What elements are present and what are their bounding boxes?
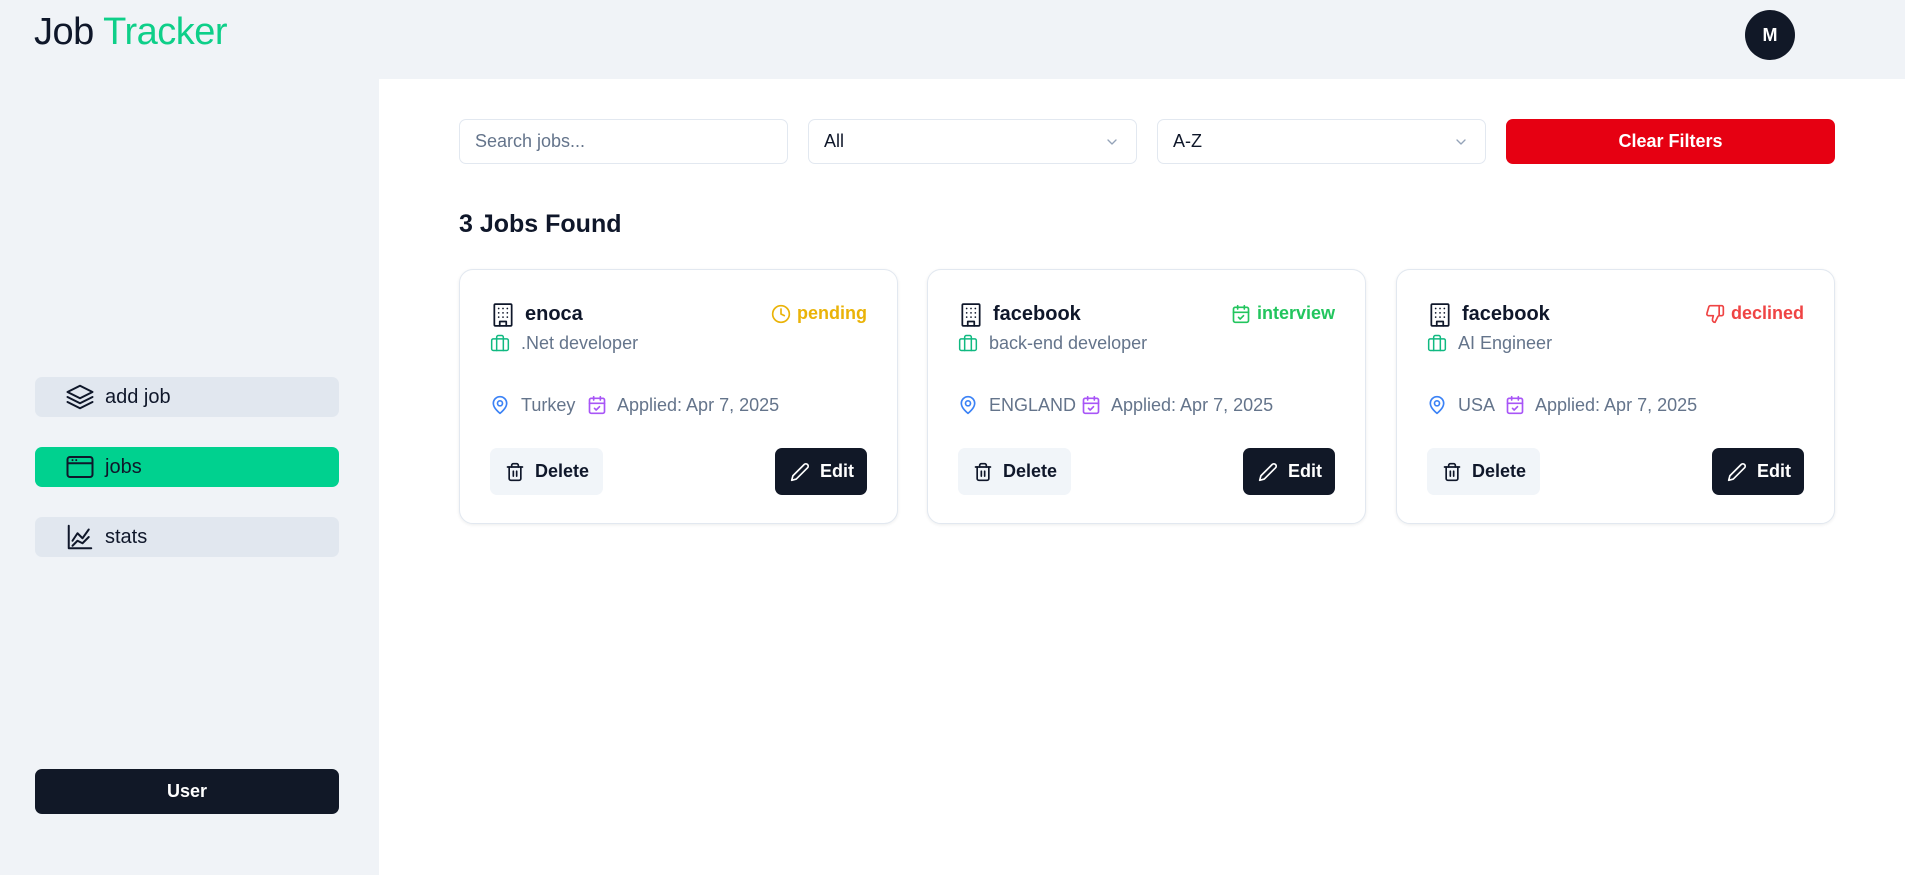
calendar-check-icon	[1232, 304, 1250, 323]
company-name: facebook	[993, 303, 1081, 325]
status-badge: pending	[771, 303, 867, 324]
status-label: declined	[1730, 303, 1804, 323]
delete-button[interactable]: Delete	[958, 448, 1071, 495]
calendar-icon	[1506, 395, 1524, 415]
logo-word-job: Job	[34, 11, 94, 53]
chevron-down-icon	[1107, 139, 1117, 145]
status-badge: interview	[1231, 303, 1335, 324]
trash-icon	[506, 462, 524, 481]
delete-button[interactable]: Delete	[490, 448, 603, 495]
sidebar-item-stats[interactable]: stats	[35, 517, 339, 557]
briefcase-icon	[490, 334, 510, 352]
thumbs-down-icon	[1705, 304, 1725, 323]
map-pin-icon	[492, 395, 508, 415]
trash-icon	[974, 462, 992, 481]
job-position: back-end developer	[989, 333, 1148, 353]
sidebar-item-add-job[interactable]: add job	[35, 377, 339, 417]
building-icon	[961, 303, 981, 327]
sort-select-value: A-Z	[1173, 131, 1202, 151]
edit-button[interactable]: Edit	[1243, 448, 1335, 495]
pencil-icon	[1727, 462, 1746, 481]
search-input[interactable]: Search jobs...	[459, 119, 788, 164]
delete-label: Delete	[1003, 461, 1058, 481]
building-icon	[1430, 303, 1450, 327]
sidebar: add job jobs stats User	[0, 79, 379, 875]
app-logo[interactable]: Job Tracker	[34, 11, 228, 54]
edit-button[interactable]: Edit	[775, 448, 867, 495]
clock-icon	[771, 304, 791, 323]
calendar-icon	[588, 395, 606, 415]
status-label: pending	[797, 303, 867, 323]
sort-select[interactable]: A-Z	[1157, 119, 1486, 164]
delete-label: Delete	[535, 461, 590, 481]
building-icon	[493, 303, 513, 327]
delete-button[interactable]: Delete	[1427, 448, 1540, 495]
logo-word-tracker: Tracker	[103, 11, 228, 53]
main-content: Search jobs... All A-Z Clear Filters 3 J…	[379, 79, 1905, 875]
status-badge: declined	[1705, 303, 1804, 324]
browser-window-icon	[66, 456, 94, 478]
sidebar-item-label: stats	[105, 525, 148, 548]
app-header: Job Tracker M	[0, 0, 1905, 79]
briefcase-icon	[958, 334, 978, 352]
user-avatar[interactable]: M	[1745, 10, 1795, 60]
status-select[interactable]: All	[808, 119, 1137, 164]
job-card: facebook declined AI Engineer USA Applie…	[1396, 269, 1835, 524]
briefcase-icon	[1427, 334, 1447, 352]
chart-icon	[67, 524, 93, 550]
applied-date: Applied: Apr 7, 2025	[1111, 395, 1274, 415]
layers-icon	[66, 384, 94, 410]
edit-label: Edit	[1288, 461, 1322, 481]
user-button[interactable]: User	[35, 769, 339, 814]
edit-label: Edit	[1757, 461, 1791, 481]
jobs-found-count: 3 Jobs Found	[459, 210, 622, 238]
applied-date: Applied: Apr 7, 2025	[1535, 395, 1698, 415]
company-name: enoca	[525, 303, 583, 325]
sidebar-item-label: add job	[105, 385, 171, 408]
pencil-icon	[790, 462, 809, 481]
edit-label: Edit	[820, 461, 854, 481]
edit-button[interactable]: Edit	[1712, 448, 1804, 495]
map-pin-icon	[960, 395, 976, 415]
job-location: USA	[1458, 395, 1496, 415]
delete-label: Delete	[1472, 461, 1527, 481]
status-select-value: All	[824, 131, 845, 151]
job-card: enoca pending .Net developer Turkey Appl…	[459, 269, 898, 524]
job-location: Turkey	[521, 395, 576, 415]
pencil-icon	[1258, 462, 1277, 481]
calendar-icon	[1082, 395, 1100, 415]
job-position: .Net developer	[521, 333, 639, 353]
clear-filters-button[interactable]: Clear Filters	[1506, 119, 1835, 164]
sidebar-item-jobs[interactable]: jobs	[35, 447, 339, 487]
trash-icon	[1443, 462, 1461, 481]
status-label: interview	[1256, 303, 1335, 323]
job-card: facebook interview back-end developer EN…	[927, 269, 1366, 524]
job-location: ENGLAND	[989, 395, 1077, 415]
sidebar-item-label: jobs	[105, 455, 142, 478]
chevron-down-icon	[1456, 139, 1466, 145]
applied-date: Applied: Apr 7, 2025	[617, 395, 780, 415]
company-name: facebook	[1462, 303, 1550, 325]
map-pin-icon	[1429, 395, 1445, 415]
job-position: AI Engineer	[1458, 333, 1553, 353]
